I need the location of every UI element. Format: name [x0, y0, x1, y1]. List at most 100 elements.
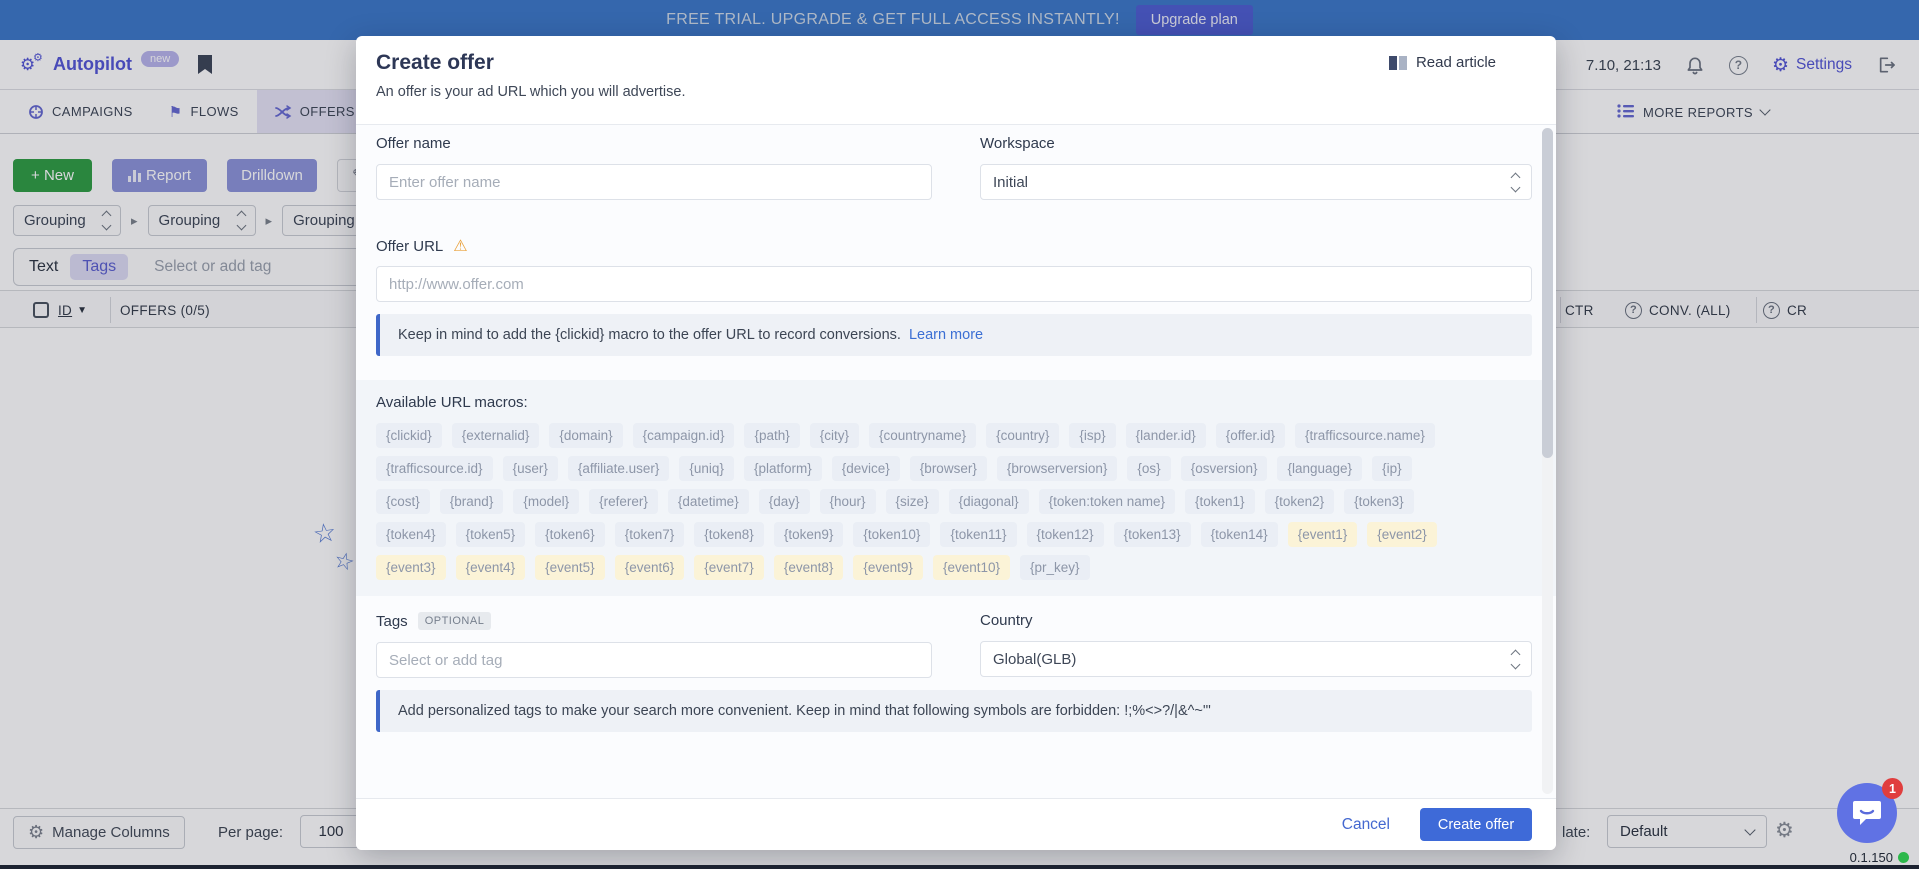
macro-chip[interactable]: {offer.id}: [1216, 423, 1285, 448]
chat-bubble-icon: [1852, 799, 1882, 827]
macro-chip[interactable]: {lander.id}: [1126, 423, 1206, 448]
macro-chip[interactable]: {token4}: [376, 522, 446, 547]
modal-body: Offer name Workspace Initial Offer URL ⚠…: [356, 124, 1556, 798]
modal-scrollbar-track[interactable]: [1542, 128, 1553, 794]
macro-row: {cost} {brand} {model} {referer} {datetime} {…: [376, 489, 1532, 514]
macro-chip[interactable]: {countryname}: [869, 423, 976, 448]
tags-note: Add personalized tags to make your searc…: [376, 690, 1532, 732]
read-article-link[interactable]: Read article: [1388, 54, 1496, 71]
macro-chip[interactable]: {platform}: [744, 456, 822, 481]
macro-chip[interactable]: {user}: [503, 456, 558, 481]
macro-chip[interactable]: {city}: [810, 423, 859, 448]
macro-row: {clickid} {externalid} {domain} {campaign.i…: [376, 423, 1532, 448]
cancel-button[interactable]: Cancel: [1342, 816, 1390, 834]
create-offer-button[interactable]: Create offer: [1420, 808, 1532, 841]
status-green-dot: [1898, 852, 1909, 863]
macro-chip[interactable]: {browserversion}: [997, 456, 1118, 481]
modal-scrollbar-thumb[interactable]: [1542, 128, 1553, 458]
macro-chip[interactable]: {token1}: [1185, 489, 1255, 514]
macro-chip[interactable]: {token5}: [456, 522, 526, 547]
offer-name-label: Offer name: [376, 135, 932, 152]
macro-chip[interactable]: {event4}: [456, 555, 526, 580]
macros-section: Available URL macros: {clickid} {external…: [356, 380, 1556, 596]
macro-chip[interactable]: {pr_key}: [1020, 555, 1090, 580]
offer-name-input[interactable]: [376, 164, 932, 200]
macro-row: {event3} {event4} {event5} {event6} {event7}…: [376, 555, 1532, 580]
version-text: 0.1.150: [1850, 850, 1893, 865]
macro-chip[interactable]: {trafficsource.name}: [1295, 423, 1435, 448]
macro-chip[interactable]: {ip}: [1372, 456, 1412, 481]
macro-chip[interactable]: {event8}: [774, 555, 844, 580]
workspace-label: Workspace: [980, 135, 1532, 152]
macro-chip[interactable]: {event2}: [1367, 522, 1437, 547]
modal-header: Create offer An offer is your ad URL whi…: [356, 36, 1556, 124]
macro-chip[interactable]: {affiliate.user}: [568, 456, 670, 481]
clickid-note: Keep in mind to add the {clickid} macro …: [376, 314, 1532, 356]
macro-chip[interactable]: {token9}: [774, 522, 844, 547]
country-label: Country: [980, 612, 1532, 629]
macro-chip[interactable]: {clickid}: [376, 423, 442, 448]
macro-chip[interactable]: {token6}: [535, 522, 605, 547]
macro-chip[interactable]: {event7}: [694, 555, 764, 580]
offer-url-input[interactable]: [376, 266, 1532, 302]
macro-chip[interactable]: {diagonal}: [949, 489, 1029, 514]
updown-chevrons-icon: [1512, 651, 1519, 668]
macro-chip[interactable]: {token3}: [1344, 489, 1414, 514]
macro-chip-rows: {clickid} {externalid} {domain} {campaign.i…: [376, 423, 1532, 580]
macro-chip[interactable]: {model}: [513, 489, 579, 514]
macro-chip[interactable]: {token14}: [1201, 522, 1278, 547]
macro-chip[interactable]: {token11}: [940, 522, 1016, 547]
modal-footer: Cancel Create offer: [356, 798, 1556, 850]
macro-chip[interactable]: {isp}: [1069, 423, 1115, 448]
macro-chip[interactable]: {os}: [1127, 456, 1170, 481]
macro-chip[interactable]: {domain}: [549, 423, 622, 448]
create-offer-modal: Create offer An offer is your ad URL whi…: [356, 36, 1556, 850]
macro-chip[interactable]: {event9}: [853, 555, 923, 580]
macro-chip[interactable]: {hour}: [820, 489, 876, 514]
macro-chip[interactable]: {trafficsource.id}: [376, 456, 493, 481]
warning-icon: ⚠: [453, 236, 467, 256]
macro-chip[interactable]: {referer}: [589, 489, 658, 514]
macros-label: Available URL macros:: [376, 394, 1532, 411]
updown-chevrons-icon: [1512, 174, 1519, 191]
modal-title: Create offer: [376, 51, 1532, 75]
macro-chip[interactable]: {brand}: [440, 489, 504, 514]
tags-input[interactable]: [376, 642, 932, 678]
tags-label-row: Tags OPTIONAL: [376, 612, 932, 630]
macro-chip[interactable]: {datetime}: [668, 489, 749, 514]
learn-more-link[interactable]: Learn more: [909, 327, 983, 343]
macro-chip[interactable]: {token2}: [1265, 489, 1335, 514]
workspace-select[interactable]: Initial: [980, 164, 1532, 200]
macro-chip[interactable]: {path}: [744, 423, 799, 448]
macro-chip[interactable]: {token8}: [694, 522, 764, 547]
macro-chip[interactable]: {country}: [986, 423, 1059, 448]
macro-chip[interactable]: {browser}: [910, 456, 987, 481]
chat-unread-badge: 1: [1882, 778, 1903, 799]
macro-chip[interactable]: {token:token name}: [1039, 489, 1175, 514]
macro-chip[interactable]: {day}: [759, 489, 810, 514]
macro-row: {trafficsource.id} {user} {affiliate.user}…: [376, 456, 1532, 481]
macro-chip[interactable]: {osversion}: [1181, 456, 1268, 481]
macro-chip[interactable]: {device}: [832, 456, 900, 481]
offer-url-label: Offer URL ⚠: [376, 236, 1532, 256]
macro-chip[interactable]: {language}: [1277, 456, 1362, 481]
macro-chip[interactable]: {uniq}: [679, 456, 734, 481]
macro-chip[interactable]: {token13}: [1114, 522, 1191, 547]
macro-chip[interactable]: {externalid}: [452, 423, 540, 448]
macro-chip[interactable]: {cost}: [376, 489, 430, 514]
book-icon: [1388, 55, 1408, 71]
macro-chip[interactable]: {size}: [886, 489, 939, 514]
macro-chip[interactable]: {campaign.id}: [633, 423, 735, 448]
macro-chip[interactable]: {event1}: [1288, 522, 1358, 547]
macro-chip[interactable]: {event3}: [376, 555, 446, 580]
macro-chip[interactable]: {token12}: [1027, 522, 1104, 547]
macro-chip[interactable]: {token7}: [615, 522, 685, 547]
macro-chip[interactable]: {event6}: [615, 555, 685, 580]
page-bottom-strip: [0, 865, 1919, 869]
macro-chip[interactable]: {event10}: [933, 555, 1010, 580]
macro-chip[interactable]: {token10}: [853, 522, 930, 547]
country-select[interactable]: Global(GLB): [980, 641, 1532, 677]
optional-badge: OPTIONAL: [418, 612, 492, 630]
macro-row: {token4} {token5} {token6} {token7} {token8}…: [376, 522, 1532, 547]
macro-chip[interactable]: {event5}: [535, 555, 605, 580]
